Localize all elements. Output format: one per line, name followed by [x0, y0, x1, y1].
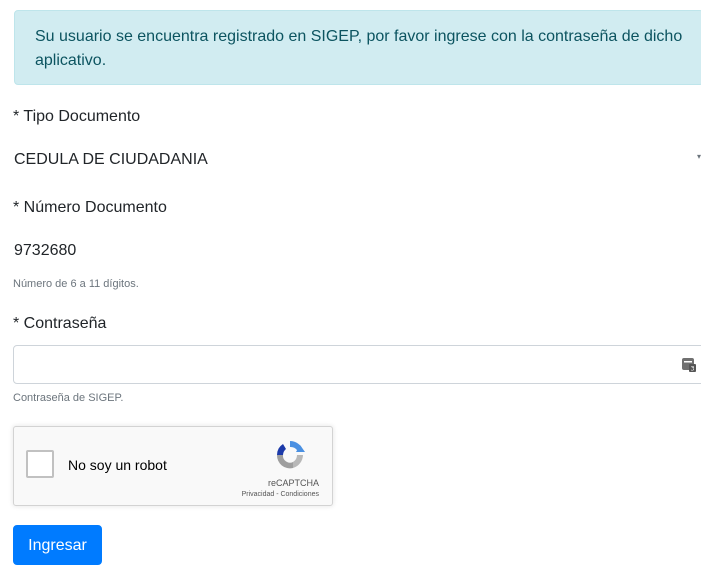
info-alert: Su usuario se encuentra registrado en SI…	[14, 10, 701, 85]
recaptcha-terms-link[interactable]: Privacidad - Condiciones	[242, 491, 319, 498]
recaptcha-checkbox[interactable]	[26, 450, 54, 478]
password-input[interactable]	[13, 345, 701, 384]
recaptcha-brand: reCAPTCHA	[267, 478, 319, 488]
tipo-documento-select[interactable]: CEDULA DE CIUDADANIA	[14, 151, 208, 169]
select-caret-icon[interactable]: ▾	[697, 152, 701, 161]
recaptcha-logo-icon	[276, 441, 305, 469]
recaptcha-widget: No soy un robot reCAPTCHA Privacidad - C…	[13, 426, 333, 506]
ingresar-button[interactable]: Ingresar	[13, 525, 102, 565]
tipo-documento-label: * Tipo Documento	[13, 108, 141, 125]
contrasena-label: * Contraseña	[13, 315, 107, 332]
svg-text:3: 3	[691, 366, 695, 373]
numero-documento-label: * Número Documento	[13, 199, 167, 216]
info-alert-message: Su usuario se encuentra registrado en SI…	[35, 28, 683, 69]
numero-documento-input[interactable]: 9732680	[14, 242, 76, 260]
contrasena-help: Contraseña de SIGEP.	[13, 392, 124, 404]
numero-documento-help: Número de 6 a 11 dígitos.	[13, 278, 139, 290]
password-manager-icon[interactable]: 3	[682, 355, 696, 372]
recaptcha-label: No soy un robot	[68, 457, 167, 473]
